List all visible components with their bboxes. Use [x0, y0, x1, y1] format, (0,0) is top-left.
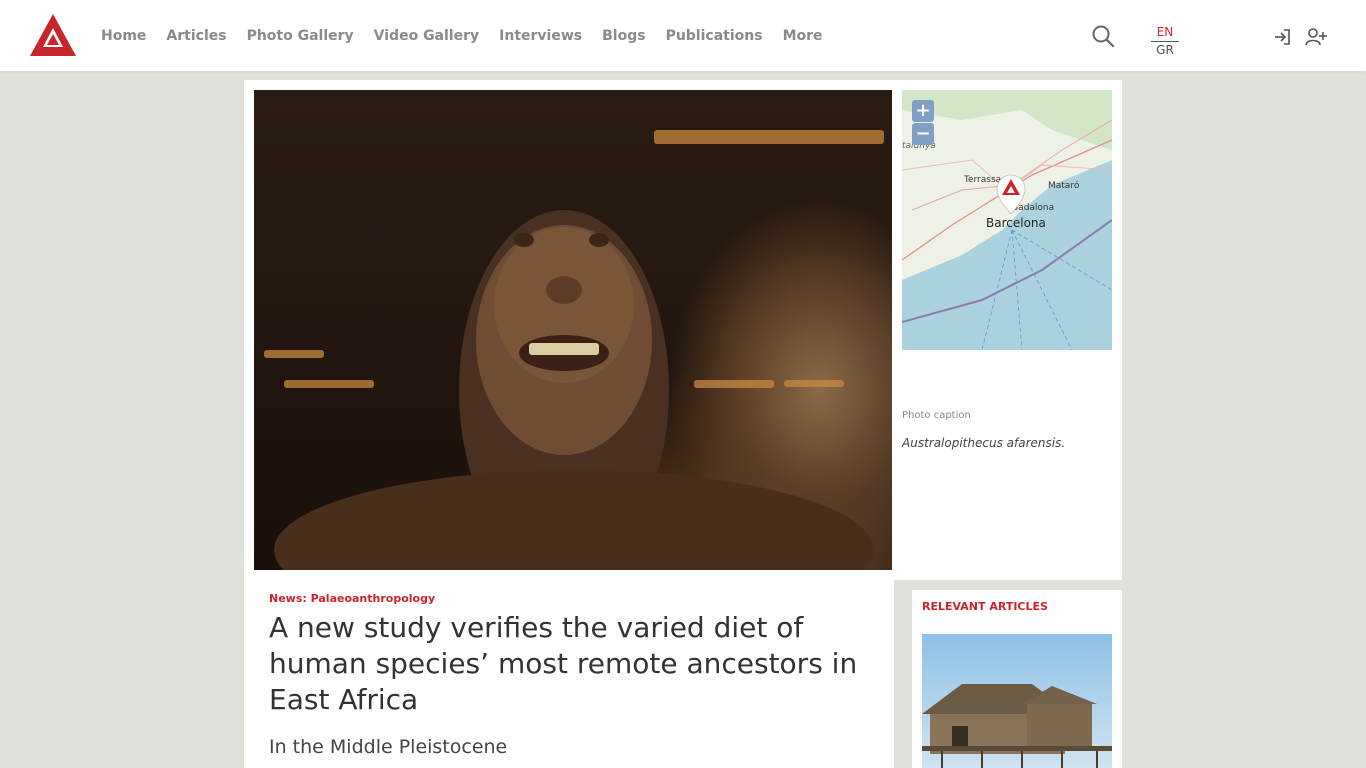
main-nav: Home Articles Photo Gallery Video Galler…: [101, 0, 843, 71]
photo-caption-label: Photo caption: [902, 410, 971, 421]
nav-blogs[interactable]: Blogs: [602, 28, 645, 44]
add-user-icon[interactable]: [1305, 26, 1327, 48]
lang-gr[interactable]: GR: [1151, 42, 1179, 59]
hominid-figure: [274, 210, 874, 570]
nav-publications[interactable]: Publications: [666, 28, 763, 44]
nav-photo-gallery[interactable]: Photo Gallery: [247, 28, 354, 44]
nav-articles[interactable]: Articles: [166, 28, 226, 44]
photo-caption-text: Australopithecus afarensis.: [902, 436, 1066, 450]
nav-interviews[interactable]: Interviews: [499, 28, 582, 44]
map-label-mataro: Mataró: [1048, 180, 1080, 191]
lang-en[interactable]: EN: [1151, 24, 1179, 42]
top-navbar: Home Articles Photo Gallery Video Galler…: [0, 0, 1366, 71]
nav-more[interactable]: More: [783, 28, 823, 44]
logo-icon[interactable]: [30, 14, 76, 56]
relevant-article-image[interactable]: [922, 634, 1112, 768]
map-label-terrassa: Terrassa: [963, 175, 1001, 185]
map-label-barcelona: Barcelona: [986, 216, 1046, 230]
article-category[interactable]: News: Palaeoanthropology: [269, 592, 435, 605]
search-icon[interactable]: [1091, 24, 1115, 48]
language-switcher: EN GR: [1151, 24, 1179, 59]
nav-home[interactable]: Home: [101, 28, 146, 44]
nav-video-gallery[interactable]: Video Gallery: [374, 28, 479, 44]
article-title: A new study verifies the varied diet of …: [269, 611, 858, 716]
stilt-hut-image: [922, 684, 1112, 768]
article-subtitle: In the Middle Pleistocene: [269, 736, 508, 758]
map-zoom-out-button[interactable]: −: [912, 123, 934, 145]
hero-photo[interactable]: [254, 90, 892, 570]
map-zoom-in-button[interactable]: +: [912, 100, 934, 122]
login-icon[interactable]: [1273, 27, 1293, 47]
relevant-articles-label: RELEVANT ARTICLES: [922, 600, 1048, 613]
